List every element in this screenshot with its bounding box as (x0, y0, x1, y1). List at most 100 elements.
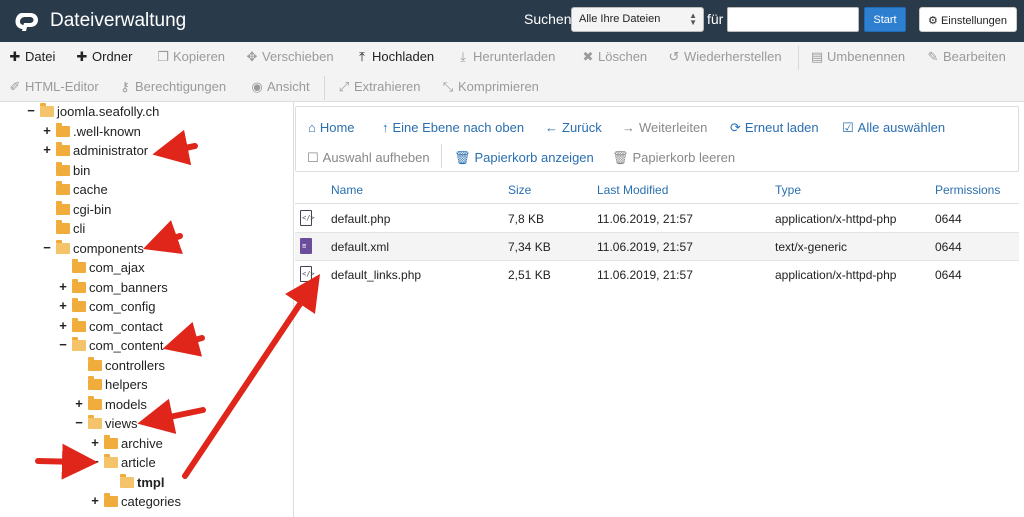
download-label: Herunterladen (473, 49, 556, 64)
tree-item[interactable]: + categories (0, 493, 290, 512)
tree-item[interactable]: − com_content (0, 337, 290, 356)
search-scope-select[interactable]: Alle Ihre Dateien ▲ ▼ (571, 7, 704, 32)
new-folder-label: Ordner (92, 49, 133, 64)
deselect-link[interactable]: ☐ Auswahl aufheben (307, 150, 430, 166)
collapse-icon[interactable]: − (26, 103, 36, 118)
table-header: Name Size Last Modified Type Permissions (295, 175, 1019, 204)
edit-button[interactable]: ✎ Bearbeiten (926, 49, 1006, 65)
expand-icon[interactable]: + (58, 279, 68, 294)
tree-item[interactable]: bin (0, 161, 290, 181)
tree-item[interactable]: + com_config (0, 298, 290, 317)
start-button[interactable]: Start (864, 7, 906, 32)
collapse-icon[interactable]: − (90, 454, 100, 469)
file-permissions: 0644 (935, 268, 962, 282)
view-button[interactable]: ◉ Ansicht (250, 79, 310, 95)
column-type[interactable]: Type (775, 183, 801, 197)
tree-item[interactable]: cache (0, 181, 290, 200)
reload-label: Erneut laden (744, 120, 819, 135)
tree-item[interactable]: + .well-known (0, 122, 290, 142)
table-row[interactable]: </> default.php 7,8 KB 11.06.2019, 21:57… (295, 205, 1019, 233)
tree-item[interactable]: + models (0, 395, 290, 415)
settings-button[interactable]: ⚙ Einstellungen (919, 7, 1017, 32)
plus-icon: ✚ (9, 49, 21, 64)
expand-icon[interactable]: + (42, 123, 52, 138)
extract-button[interactable]: ⤢ Extrahieren (337, 79, 421, 95)
collapse-icon[interactable]: − (42, 240, 52, 255)
tree-item[interactable]: cgi-bin (0, 200, 290, 220)
table-row[interactable]: </> default_links.php 2,51 KB 11.06.2019… (295, 261, 1019, 289)
tree-item-label: article (121, 455, 156, 470)
select-all-label: Alle auswählen (857, 120, 946, 135)
compress-button[interactable]: ⤡ Komprimieren (441, 79, 539, 95)
folder-open-icon (72, 337, 86, 351)
tree-item-label: archive (121, 435, 163, 451)
new-folder-button[interactable]: ✚ Ordner (75, 49, 133, 65)
table-row[interactable]: ≡ default.xml 7,34 KB 11.06.2019, 21:57 … (295, 233, 1019, 261)
tree-item[interactable]: − article (0, 454, 290, 473)
rename-button[interactable]: ▤ Umbenennen (810, 49, 905, 65)
tree-item[interactable]: controllers (0, 356, 290, 376)
move-button[interactable]: ✥ Verschieben (245, 49, 334, 65)
copy-button[interactable]: ❐ Kopieren (156, 49, 225, 65)
tree-item-label: helpers (105, 377, 148, 392)
view-label: Ansicht (267, 79, 310, 94)
empty-box-icon: ☐ (307, 150, 319, 165)
tree-item[interactable]: tmpl (0, 473, 290, 493)
expand-icon[interactable]: + (42, 142, 52, 157)
folder-icon (56, 220, 70, 234)
expand-icon[interactable]: + (74, 396, 84, 411)
tree-item[interactable]: − components (0, 239, 290, 259)
tree-item[interactable]: + com_banners (0, 278, 290, 298)
expand-icon[interactable]: + (58, 318, 68, 333)
html-editor-button[interactable]: ✐ HTML-Editor (8, 79, 99, 95)
reload-link[interactable]: ⟳ Erneut laden (730, 120, 819, 136)
tree-item[interactable]: helpers (0, 376, 290, 395)
permissions-label: Berechtigungen (135, 79, 227, 94)
tree-item-label: joomla.seafolly.ch (57, 104, 160, 119)
column-name[interactable]: Name (331, 183, 363, 197)
folder-icon (72, 298, 86, 312)
new-file-button[interactable]: ✚ Datei (8, 49, 56, 65)
up-one-level-link[interactable]: ↑ Eine Ebene nach oben (382, 120, 524, 135)
folder-icon (88, 376, 102, 390)
cpanel-logo-icon[interactable] (13, 9, 41, 33)
tree-item[interactable]: cli (0, 220, 290, 239)
back-link[interactable]: ← Zurück (545, 120, 602, 135)
tree-item[interactable]: − views (0, 415, 290, 434)
tree-item[interactable]: + com_contact (0, 317, 290, 337)
column-last-modified[interactable]: Last Modified (597, 183, 668, 197)
tree-item-label: com_content (89, 338, 164, 353)
show-trash-link[interactable]: 🗑 Papierkorb anzeigen (454, 150, 594, 166)
collapse-icon[interactable]: − (58, 337, 68, 352)
restore-button[interactable]: ↺ Wiederherstellen (667, 49, 782, 65)
column-size[interactable]: Size (508, 183, 531, 197)
tree-item-label: models (105, 396, 147, 412)
move-icon: ✥ (246, 49, 258, 64)
search-scope-value: Alle Ihre Dateien (579, 13, 661, 25)
permissions-button[interactable]: ⚷ Berechtigungen (118, 79, 226, 95)
upload-button[interactable]: ⤒ Hochladen (355, 49, 434, 65)
tree-item[interactable]: − joomla.seafolly.ch (0, 103, 290, 122)
edit-label: Bearbeiten (943, 49, 1006, 64)
download-button[interactable]: ⤓ Herunterladen (456, 49, 555, 65)
forward-link[interactable]: → Weiterleiten (622, 120, 707, 135)
search-input[interactable] (727, 7, 859, 32)
folder-icon (72, 317, 86, 332)
expand-icon[interactable]: + (90, 435, 100, 450)
folder-icon (72, 278, 86, 293)
column-permissions[interactable]: Permissions (935, 183, 1000, 197)
php-file-icon: </> (300, 266, 315, 282)
collapse-icon[interactable]: − (74, 415, 84, 430)
select-all-link[interactable]: ☑ Alle auswählen (842, 120, 945, 136)
home-link[interactable]: ⌂ Home (308, 120, 355, 135)
tree-item[interactable]: + administrator (0, 142, 290, 161)
php-file-icon: </> (300, 210, 315, 226)
tree-item-label: cache (73, 182, 108, 197)
tree-item[interactable]: com_ajax (0, 259, 290, 278)
expand-icon[interactable]: + (58, 298, 68, 313)
empty-trash-link[interactable]: 🗑 Papierkorb leeren (612, 150, 735, 166)
tree-item[interactable]: + archive (0, 434, 290, 454)
delete-button[interactable]: ✖ Löschen (581, 49, 648, 65)
tree-item-label: categories (121, 494, 181, 509)
expand-icon[interactable]: + (90, 493, 100, 508)
